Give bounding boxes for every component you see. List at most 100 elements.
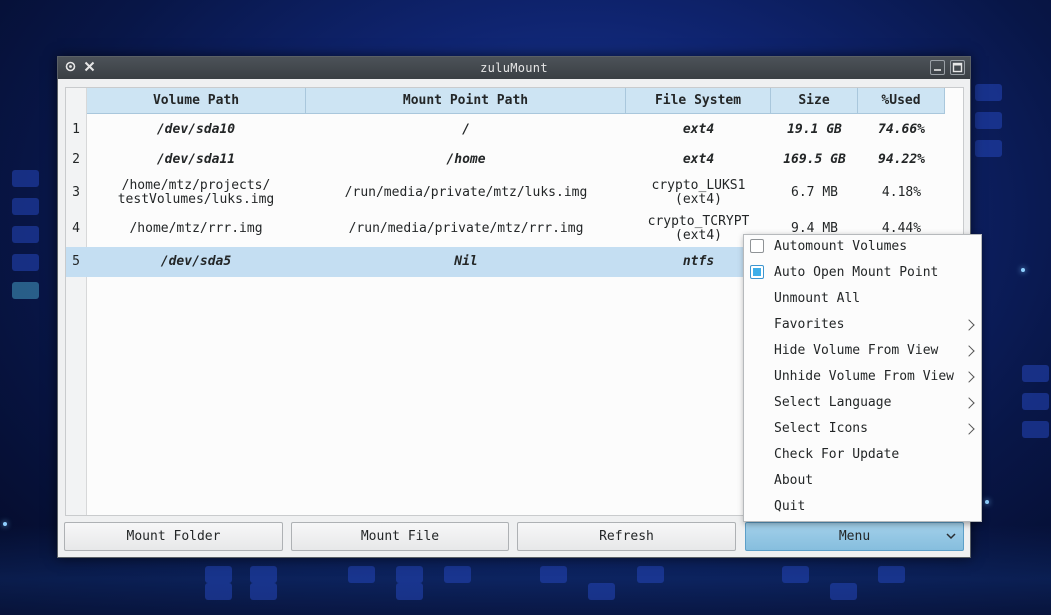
bg-tile — [444, 566, 471, 583]
column-header-used[interactable]: %Used — [858, 88, 945, 114]
menu-item-unmount-all[interactable]: Unmount All — [744, 287, 981, 313]
bg-tile — [12, 254, 39, 271]
window-title: zuluMount — [480, 61, 548, 75]
menu-item-favorites[interactable]: Favorites — [744, 313, 981, 339]
menu-item-label: Hide Volume From View — [774, 343, 939, 358]
bg-tile — [1022, 421, 1049, 438]
bg-tile — [1022, 365, 1049, 382]
column-header-size[interactable]: Size — [771, 88, 858, 114]
bg-tile — [12, 226, 39, 243]
size-cell: 169.5 GB — [783, 152, 846, 167]
bg-light-dot — [3, 522, 7, 526]
bg-tile — [830, 583, 857, 600]
row-number: 1 — [72, 122, 80, 137]
bg-tile — [12, 198, 39, 215]
menu-item-unhide-volume[interactable]: Unhide Volume From View — [744, 365, 981, 391]
bg-tile — [540, 566, 567, 583]
menu-item-label: Unhide Volume From View — [774, 369, 955, 384]
chevron-down-icon — [946, 533, 956, 540]
bg-tile — [1022, 393, 1049, 410]
bg-light-dot — [985, 500, 989, 504]
menu-item-label: Auto Open Mount Point — [774, 265, 939, 280]
menu-button-label: Menu — [838, 529, 871, 544]
used-cell: 4.18% — [881, 185, 922, 200]
used-cell: 94.22% — [878, 152, 925, 167]
size-cell: 19.1 GB — [787, 122, 842, 137]
chevron-right-icon — [963, 371, 975, 383]
bg-tile — [205, 566, 232, 583]
bg-tile — [12, 170, 39, 187]
volume-path-cell: /dev/sda11 — [156, 152, 236, 167]
mount-point-cell: /home — [446, 152, 486, 167]
chevron-right-icon — [963, 423, 975, 435]
row-number: 2 — [72, 152, 80, 167]
bg-tile — [637, 566, 664, 583]
menu-item-label: Select Icons — [774, 421, 868, 436]
menu-item-label: Check For Update — [774, 447, 900, 462]
mount-point-cell: Nil — [306, 247, 626, 277]
row-number: 3 — [72, 185, 80, 200]
table-row[interactable]: 2 /dev/sda11 /home ext4 169.5 GB 94.22% — [66, 145, 963, 175]
menu-item-label: Favorites — [774, 317, 845, 332]
bg-tile — [878, 566, 905, 583]
menu-item-label: Unmount All — [774, 291, 861, 306]
bg-light-dot — [1021, 268, 1025, 272]
mount-point-cell: /run/media/private/mtz/rrr.img — [348, 221, 584, 236]
menu-item-quit[interactable]: Quit — [744, 495, 981, 521]
menu-item-select-icons[interactable]: Select Icons — [744, 417, 981, 443]
bg-tile — [250, 566, 277, 583]
bg-tile — [975, 84, 1002, 101]
menu-item-label: About — [774, 473, 814, 488]
menu-item-auto-open-mount-point[interactable]: Auto Open Mount Point — [744, 261, 981, 287]
chevron-right-icon — [963, 345, 975, 357]
menu-item-label: Quit — [774, 499, 806, 514]
column-header-volume-path[interactable]: Volume Path — [87, 88, 306, 114]
volume-path-cell: /dev/sda5 — [86, 247, 306, 277]
mount-file-button[interactable]: Mount File — [291, 522, 509, 551]
volume-path-cell: /home/mtz/rrr.img — [129, 221, 263, 236]
bg-tile — [975, 112, 1002, 129]
bg-tile — [782, 566, 809, 583]
bg-tile — [348, 566, 375, 583]
bg-tile — [250, 583, 277, 600]
bg-tile — [12, 282, 39, 299]
chevron-right-icon — [963, 319, 975, 331]
row-number: 4 — [72, 221, 80, 236]
row-number: 5 — [66, 247, 86, 277]
table-header: Volume Path Mount Point Path File System… — [87, 88, 963, 114]
maximize-icon[interactable] — [950, 60, 965, 75]
checkbox-unchecked-icon[interactable] — [750, 239, 764, 253]
title-bar[interactable]: zuluMount — [58, 57, 970, 79]
chevron-right-icon — [963, 397, 975, 409]
table-row[interactable]: 3 /home/mtz/projects/ testVolumes/luks.i… — [66, 175, 963, 211]
column-header-file-system[interactable]: File System — [626, 88, 771, 114]
size-cell: 6.7 MB — [791, 185, 838, 200]
bg-tile — [588, 583, 615, 600]
mount-folder-button[interactable]: Mount Folder — [64, 522, 283, 551]
menu-item-about[interactable]: About — [744, 469, 981, 495]
bg-tile — [396, 566, 423, 583]
bg-tile — [205, 583, 232, 600]
menu-item-check-for-update[interactable]: Check For Update — [744, 443, 981, 469]
table-row[interactable]: 1 /dev/sda10 / ext4 19.1 GB 74.66% — [66, 115, 963, 145]
bg-tile — [396, 583, 423, 600]
file-system-cell: ext4 — [682, 122, 715, 137]
menu-item-select-language[interactable]: Select Language — [744, 391, 981, 417]
file-system-cell: ext4 — [682, 152, 715, 167]
bg-tile — [975, 140, 1002, 157]
column-header-mount-point[interactable]: Mount Point Path — [306, 88, 626, 114]
mount-point-cell: / — [462, 122, 470, 137]
checkbox-checked-icon[interactable] — [750, 265, 764, 279]
mount-point-cell: /run/media/private/mtz/luks.img — [344, 185, 588, 200]
refresh-button[interactable]: Refresh — [517, 522, 736, 551]
menu-popup: Automount Volumes Auto Open Mount Point … — [743, 234, 982, 522]
menu-item-label: Select Language — [774, 395, 892, 410]
used-cell: 74.66% — [878, 122, 925, 137]
menu-item-label: Automount Volumes — [774, 239, 908, 254]
minimize-icon[interactable] — [930, 60, 945, 75]
menu-item-hide-volume[interactable]: Hide Volume From View — [744, 339, 981, 365]
volume-path-cell: /home/mtz/projects/ testVolumes/luks.img — [117, 178, 275, 207]
menu-item-automount-volumes[interactable]: Automount Volumes — [744, 235, 981, 261]
file-system-cell: crypto_LUKS1 (ext4) — [651, 178, 746, 207]
menu-button[interactable]: Menu — [745, 522, 964, 551]
